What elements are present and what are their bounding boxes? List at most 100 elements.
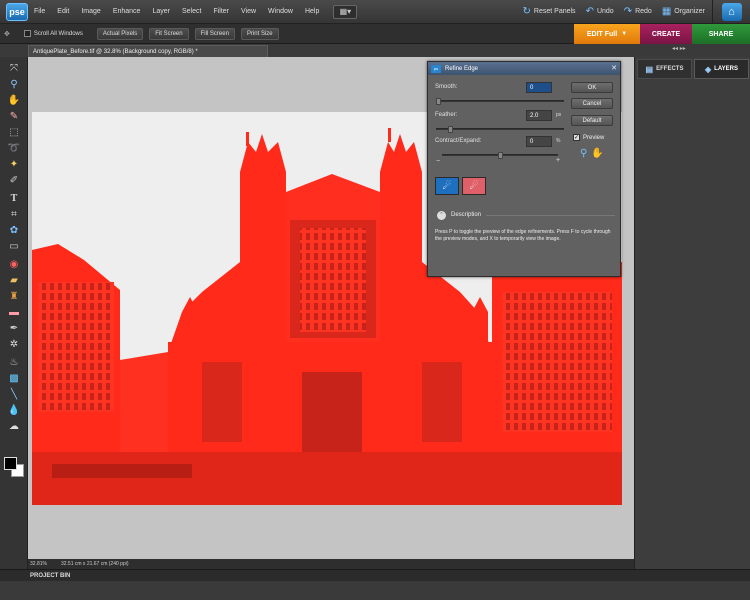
smart-brush-tool-icon[interactable]: ✲ (4, 337, 24, 351)
undo-label: Undo (596, 8, 614, 15)
dialog-title: Refine Edge (445, 65, 479, 72)
menu-select[interactable]: Select (176, 0, 207, 24)
minus-sign: − (436, 158, 441, 165)
status-bar: 32.81% 32.51 cm x 21.67 cm (240 ppi) (28, 559, 634, 569)
spot-healing-tool-icon[interactable]: ▰ (4, 273, 24, 287)
menu-filter[interactable]: Filter (207, 0, 235, 24)
menu-bar: pse File Edit Image Enhance Layer Select… (0, 0, 750, 24)
move-tool-icon[interactable]: ⤧ (4, 61, 24, 75)
collapse-arrows-icon[interactable]: ◂◂ ▸▸ (672, 45, 686, 52)
eraser-tool-icon[interactable]: ▬ (4, 305, 24, 319)
divider (486, 214, 615, 216)
smooth-slider-thumb[interactable] (436, 98, 441, 105)
tab-create[interactable]: CREATE (640, 24, 692, 44)
tab-layers[interactable]: ◈ LAYERS (694, 59, 749, 79)
hand-icon[interactable]: ✋ (591, 148, 603, 159)
reset-panels-label: Reset Panels (533, 8, 576, 15)
app-logo[interactable]: pse (6, 2, 28, 21)
smooth-slider[interactable] (436, 98, 564, 105)
marquee-tool-icon[interactable]: ⬚ (4, 125, 24, 139)
clone-stamp-tool-icon[interactable]: ♜ (4, 289, 24, 303)
home-button[interactable]: ⌂ (712, 0, 750, 24)
straighten-tool-icon[interactable]: ▭ (4, 239, 24, 253)
reset-panels-button[interactable]: ↻ Reset Panels (518, 0, 581, 24)
feather-slider[interactable] (436, 126, 564, 133)
preview-label: Preview (583, 134, 605, 141)
panel-tabs: ▤ EFFECTS ◈ LAYERS (637, 59, 749, 79)
contract-expand-label: Contract/Expand: (435, 138, 482, 144)
scroll-all-windows-checkbox[interactable]: Scroll All Windows (23, 30, 83, 37)
zoom-icon[interactable]: ⚲ (580, 148, 587, 159)
tab-share[interactable]: SHARE (692, 24, 750, 44)
zoom-tool-icon[interactable]: ⚲ (4, 77, 24, 91)
line-tool-icon[interactable]: ╲ (4, 387, 24, 401)
eyedropper-tool-icon[interactable]: ✎ (4, 109, 24, 123)
zoom-level[interactable]: 32.81% (30, 561, 47, 567)
foreground-color-swatch[interactable] (4, 457, 17, 470)
tab-layers-label: LAYERS (714, 66, 738, 72)
panel-bin: ▤ EFFECTS ◈ LAYERS (634, 57, 750, 569)
document-tab[interactable]: AntiquePlate_Before.tif @ 32.8% (Backgro… (28, 45, 268, 57)
reset-icon: ↻ (522, 6, 531, 17)
layers-icon: ◈ (705, 64, 712, 74)
feather-unit: px (556, 112, 562, 118)
tab-effects[interactable]: ▤ EFFECTS (637, 59, 692, 79)
feather-input[interactable]: 2.0 (526, 110, 552, 121)
menu-view[interactable]: View (235, 0, 262, 24)
app-icon: ps (431, 64, 441, 73)
close-icon[interactable]: ✕ (611, 64, 617, 72)
tab-edit-full[interactable]: EDIT Full ▼ (574, 24, 640, 44)
undo-button[interactable]: ↶ Undo (581, 0, 619, 24)
red-eye-tool-icon[interactable]: ◉ (4, 257, 24, 271)
editor-window: pse File Edit Image Enhance Layer Select… (0, 0, 750, 600)
layout-grid-icon[interactable]: ▦▾ (333, 4, 358, 19)
crop-tool-icon[interactable]: ⌗ (4, 207, 24, 221)
menu-enhance[interactable]: Enhance (107, 0, 147, 24)
contract-expand-slider[interactable] (442, 152, 558, 159)
paint-bucket-tool-icon[interactable]: ♨ (4, 355, 24, 369)
menu-window[interactable]: Window (262, 0, 299, 24)
description-label: Description (451, 212, 482, 218)
ok-button[interactable]: OK (571, 82, 613, 93)
print-size-button[interactable]: Print Size (240, 27, 279, 40)
contract-expand-input[interactable]: 0 (526, 136, 552, 147)
default-button[interactable]: Default (571, 115, 613, 126)
magic-wand-tool-icon[interactable]: ✦ (4, 157, 24, 171)
sponge-tool-icon[interactable]: ☁ (4, 419, 24, 433)
menu-help[interactable]: Help (299, 0, 325, 24)
menu-image[interactable]: Image (75, 0, 106, 24)
contract-expand-slider-thumb[interactable] (498, 152, 503, 159)
home-icon: ⌂ (721, 3, 742, 21)
feather-slider-thumb[interactable] (448, 126, 453, 133)
blur-tool-icon[interactable]: 💧 (4, 403, 24, 417)
mask-view-mode-icon[interactable]: ☄ (462, 177, 486, 195)
menu-edit[interactable]: Edit (51, 0, 75, 24)
organizer-button[interactable]: ▦ Organizer (657, 0, 710, 24)
color-swatches[interactable] (4, 455, 26, 481)
check-icon: ✓ (573, 134, 580, 141)
hand-tool-icon[interactable]: ✋ (4, 93, 24, 107)
redo-button[interactable]: ↷ Redo (619, 0, 657, 24)
menu-layer[interactable]: Layer (146, 0, 176, 24)
cancel-button[interactable]: Cancel (571, 98, 613, 109)
lasso-tool-icon[interactable]: ➰ (4, 141, 24, 155)
toolbox: ⤧ ⚲ ✋ ✎ ⬚ ➰ ✦ ✐ T ⌗ ✿ ▭ ◉ ▰ ♜ ▬ ✒ ✲ ♨ ▩ … (0, 57, 28, 569)
preview-checkbox[interactable]: ✓ Preview (573, 134, 604, 141)
type-tool-icon[interactable]: T (4, 191, 24, 205)
gradient-tool-icon[interactable]: ▩ (4, 371, 24, 385)
smooth-label: Smooth: (435, 84, 458, 90)
standard-view-mode-icon[interactable]: ☄ (435, 177, 459, 195)
dialog-title-bar[interactable]: ps Refine Edge (428, 62, 620, 75)
scroll-all-windows-label: Scroll All Windows (33, 30, 83, 37)
menu-file[interactable]: File (28, 0, 51, 24)
smooth-input[interactable]: 0 (526, 82, 552, 93)
plus-sign: + (556, 157, 561, 164)
project-bin[interactable]: PROJECT BIN (0, 569, 750, 581)
quick-selection-tool-icon[interactable]: ✐ (4, 173, 24, 187)
description-toggle[interactable]: ⌃ Description (437, 210, 615, 220)
fill-screen-button[interactable]: Fill Screen (194, 27, 235, 40)
cookie-cutter-tool-icon[interactable]: ✿ (4, 223, 24, 237)
fit-screen-button[interactable]: Fit Screen (149, 27, 189, 40)
actual-pixels-button[interactable]: Actual Pixels (96, 27, 144, 40)
brush-tool-icon[interactable]: ✒ (4, 321, 24, 335)
